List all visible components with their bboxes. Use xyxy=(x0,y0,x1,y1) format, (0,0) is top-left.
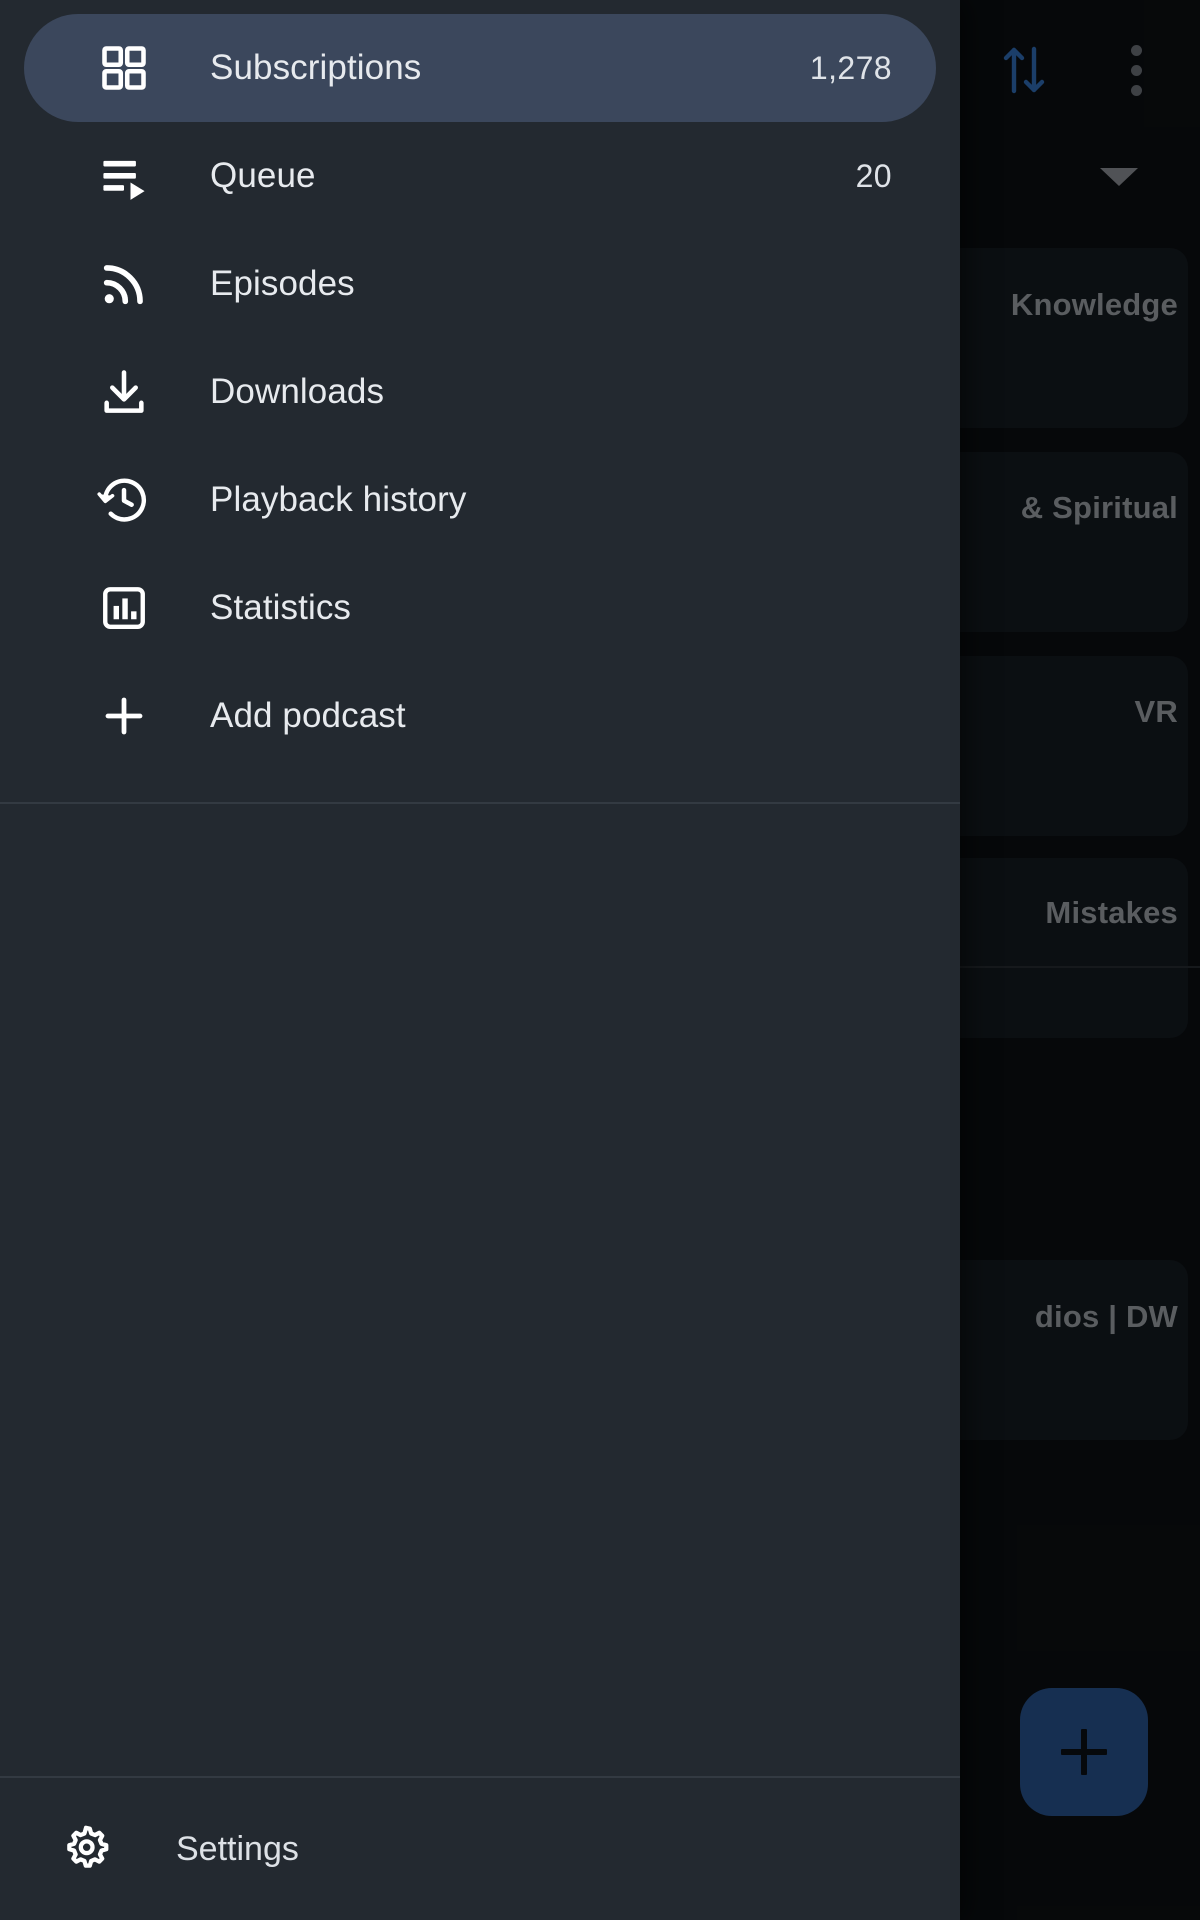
nav-item-subscriptions[interactable]: Subscriptions 1,278 xyxy=(24,14,936,122)
nav-item-label: Subscriptions xyxy=(210,48,422,87)
queue-play-icon xyxy=(96,148,152,204)
gear-icon xyxy=(58,1821,114,1877)
nav-item-label: Add podcast xyxy=(210,696,406,735)
nav-item-statistics[interactable]: Statistics xyxy=(24,554,936,662)
download-icon xyxy=(96,364,152,420)
nav-item-episodes[interactable]: Episodes xyxy=(24,230,936,338)
bar-chart-icon xyxy=(96,580,152,636)
nav-item-downloads[interactable]: Downloads xyxy=(24,338,936,446)
rss-feed-icon xyxy=(96,256,152,312)
nav-item-count: 1,278 xyxy=(809,49,892,86)
nav-item-settings[interactable]: Settings xyxy=(0,1778,960,1920)
grid-squares-icon xyxy=(96,40,152,96)
nav-item-label: Statistics xyxy=(210,588,352,627)
nav-item-label: Queue xyxy=(210,156,316,195)
settings-label: Settings xyxy=(176,1829,299,1868)
plus-icon xyxy=(96,688,152,744)
navigation-drawer: Subscriptions 1,278 Queue 20 Episodes Do… xyxy=(0,0,960,1920)
history-clock-icon xyxy=(96,472,152,528)
nav-item-label: Playback history xyxy=(210,480,467,519)
drawer-item-list: Subscriptions 1,278 Queue 20 Episodes Do… xyxy=(0,0,960,770)
nav-item-playback-history[interactable]: Playback history xyxy=(24,446,936,554)
nav-item-count: 20 xyxy=(855,157,892,194)
nav-item-label: Downloads xyxy=(210,372,385,411)
drawer-empty-area xyxy=(0,804,960,1776)
nav-item-label: Episodes xyxy=(210,264,355,303)
nav-item-queue[interactable]: Queue 20 xyxy=(24,122,936,230)
nav-item-add-podcast[interactable]: Add podcast xyxy=(24,662,936,770)
